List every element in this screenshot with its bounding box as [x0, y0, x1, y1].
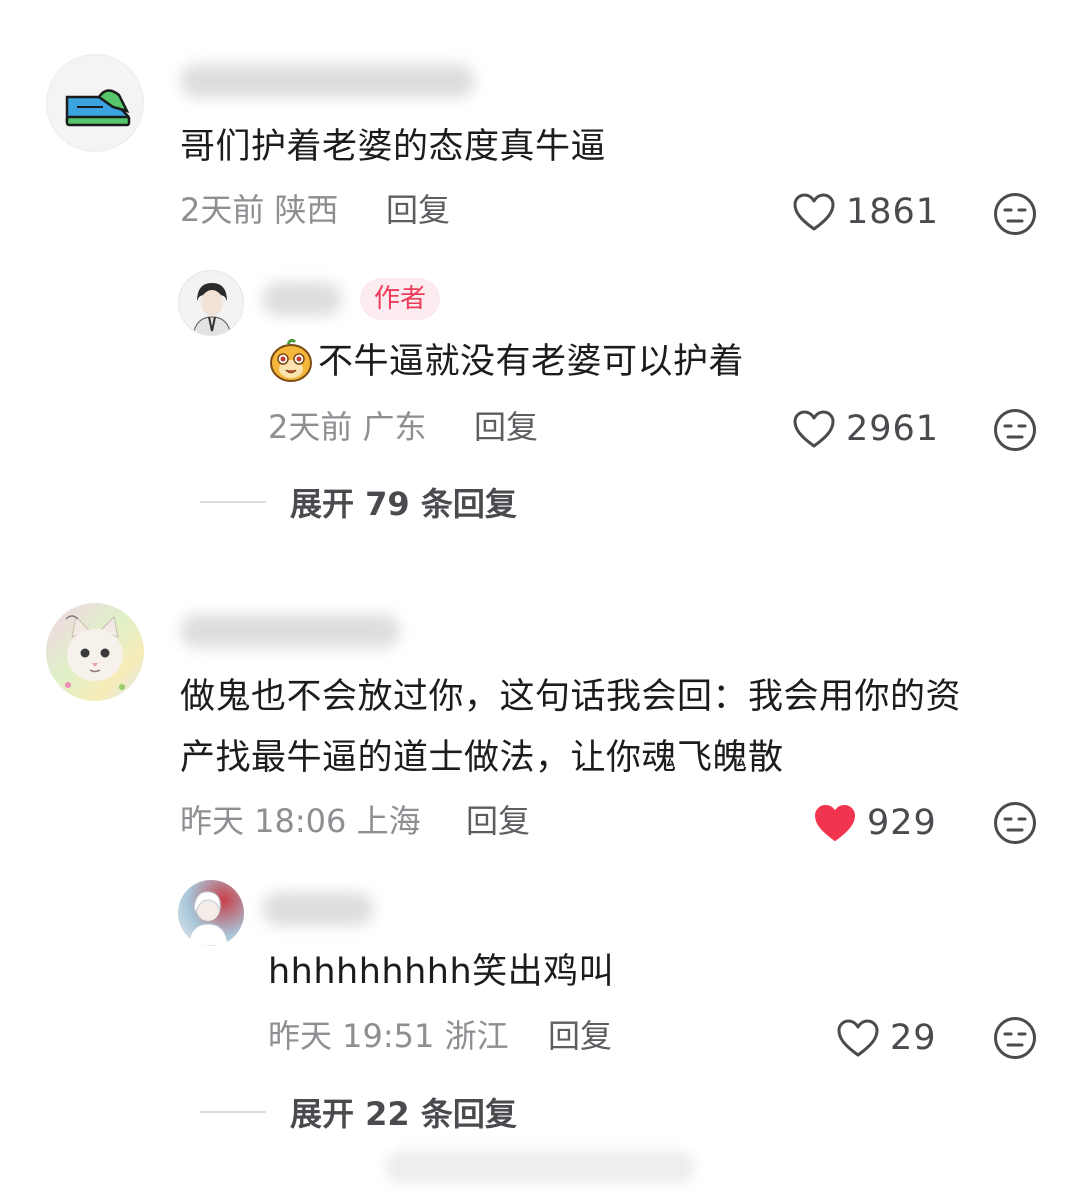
dislike-face-icon[interactable]: [993, 192, 1037, 236]
sneaker-icon: [65, 89, 131, 127]
heart-outline-icon: [793, 193, 835, 231]
heart-outline-icon: [793, 410, 835, 448]
reply-text: 不牛逼就没有老婆可以护着: [318, 342, 745, 382]
like-button[interactable]: 1861: [792, 190, 939, 234]
username[interactable]: [262, 282, 342, 316]
comment-text: 做鬼也不会放过你，这句话我会回：我会用你的资: [180, 677, 962, 717]
author-badge: 作者: [360, 278, 441, 320]
dislike-face-icon[interactable]: [993, 1016, 1037, 1060]
like-count: 1861: [846, 192, 940, 232]
dislike-face-icon[interactable]: [993, 408, 1037, 452]
heart-filled-icon: [815, 805, 855, 841]
reply-meta: 昨天 19:51 浙江: [268, 1017, 509, 1055]
reply-button[interactable]: 回复: [548, 1016, 612, 1056]
expand-replies-label: 展开 22 条回复: [290, 1095, 517, 1133]
expand-replies-button[interactable]: 展开 79 条回复: [200, 480, 517, 524]
reply-button[interactable]: 回复: [386, 190, 450, 230]
divider: [200, 1111, 266, 1113]
like-count: 929: [867, 803, 937, 843]
avatar[interactable]: [46, 603, 144, 701]
comment-text: 产找最牛逼的道士做法，让你魂飞魄散: [180, 738, 784, 778]
watermark: [385, 1150, 695, 1184]
username[interactable]: [180, 64, 475, 98]
username[interactable]: [262, 892, 374, 926]
user-portrait-avatar: [187, 891, 229, 946]
like-button[interactable]: 929: [813, 801, 937, 845]
reply-button[interactable]: 回复: [466, 801, 530, 841]
comment-meta: 2天前 陕西: [180, 191, 339, 229]
expand-replies-button[interactable]: 展开 22 条回复: [200, 1090, 517, 1134]
reply-text: hhhhhhhhh笑出鸡叫: [268, 952, 615, 992]
like-button[interactable]: 29: [836, 1016, 937, 1060]
like-count: 2961: [846, 409, 940, 449]
expand-replies-label: 展开 79 条回复: [290, 485, 517, 523]
avatar[interactable]: [178, 270, 244, 336]
avatar[interactable]: [46, 54, 144, 152]
divider: [200, 501, 266, 503]
cute-dog-emoji-icon: [270, 338, 312, 382]
comment-text: 哥们护着老婆的态度真牛逼: [180, 127, 607, 167]
avatar[interactable]: [178, 880, 244, 946]
dislike-face-icon[interactable]: [993, 801, 1037, 845]
username[interactable]: [180, 614, 400, 648]
comment-meta: 昨天 18:06 上海: [180, 802, 421, 840]
user-portrait-avatar: [192, 283, 232, 335]
white-cat-avatar: [65, 615, 125, 690]
heart-outline-icon: [837, 1019, 879, 1057]
like-count: 29: [890, 1018, 937, 1058]
reply-meta: 2天前 广东: [268, 408, 427, 446]
reply-button[interactable]: 回复: [474, 407, 538, 447]
like-button[interactable]: 2961: [792, 407, 939, 451]
